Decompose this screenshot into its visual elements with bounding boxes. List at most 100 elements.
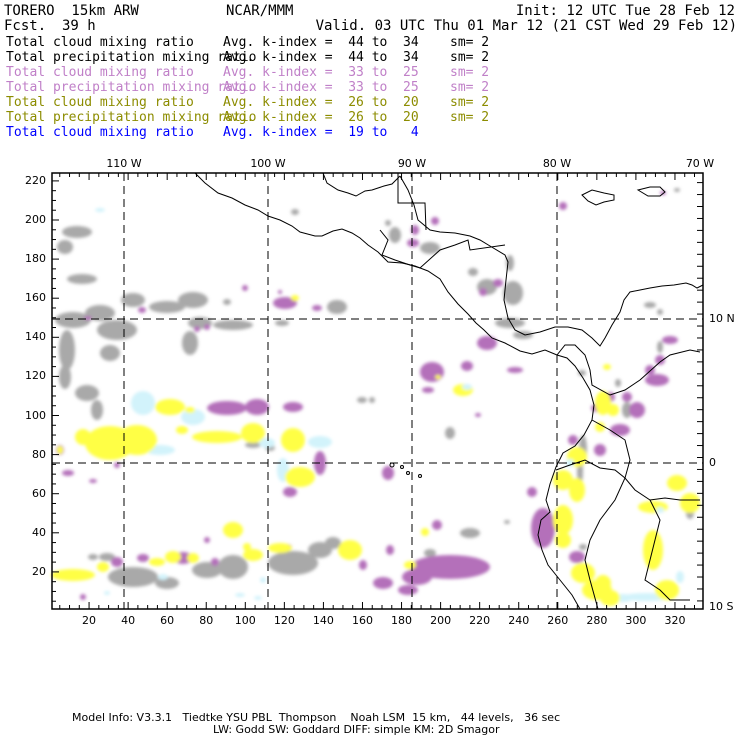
cloud-blob-cyan (462, 384, 472, 390)
cloud-blob-yellow (117, 425, 157, 455)
cloud-blob-purple (475, 413, 481, 417)
cloud-blob-gray (182, 331, 198, 355)
cloud-blob-cyan (308, 436, 332, 448)
coastlines (194, 172, 704, 610)
cloud-blob-purple (111, 557, 123, 567)
cloud-blob-yellow (97, 562, 109, 572)
legend-k-index-range: Avg. k-index = 33 to 25 (223, 65, 419, 80)
cloud-blob-purple (312, 305, 322, 311)
cloud-blob-gray (674, 188, 680, 192)
legend-k-index-range: Avg. k-index = 44 to 34 (223, 50, 419, 65)
island-hispaniola (636, 186, 666, 197)
longitude-label: 110 W (106, 157, 142, 170)
legend-smoothing: sm= 2 (450, 80, 490, 95)
coastline-central-america-caribbean (399, 175, 704, 347)
cloud-blob-yellow (607, 404, 619, 416)
legend-field-name: Total precipitation mixing ratio (6, 50, 257, 65)
cloud-blob-purple (407, 239, 419, 247)
y-tick-label: 140 (25, 330, 46, 344)
axis-ticks (52, 173, 703, 609)
cloud-blob-yellow (595, 575, 611, 591)
y-tick-label: 20 (32, 564, 46, 578)
cloud-blob-yellow (57, 446, 63, 454)
cloud-blob-purple (278, 290, 282, 294)
longitude-label: 80 W (542, 157, 572, 170)
cloud-blob-gray (121, 293, 145, 307)
cloud-blob-gray (657, 309, 663, 315)
cloud-blob-yellow (421, 528, 429, 536)
cloud-blob-gray (91, 400, 103, 420)
cloud-blob-purple (610, 424, 630, 436)
cloud-blob-yellow (223, 522, 243, 538)
cloud-blob-purple (422, 387, 434, 393)
cloud-blob-cyan (260, 577, 266, 583)
cloud-blob-purple (283, 487, 297, 497)
legend-field-name: Total precipitation mixing ratio (6, 80, 257, 95)
cloud-blob-gray (100, 345, 120, 361)
valid-time: Valid. 03 UTC Thu 01 Mar 12 (21 CST Wed … (315, 18, 737, 34)
longitude-label: 100 W (250, 157, 286, 170)
cloud-blob-purple (242, 285, 248, 291)
border-colombia (556, 344, 701, 396)
cloud-blob-purple (477, 336, 497, 350)
y-tick-label: 220 (25, 173, 46, 187)
cloud-blob-gray (291, 209, 299, 215)
cloud-blob-gray (389, 227, 401, 243)
cloud-blob-purple (559, 202, 567, 210)
cloud-blob-gray (88, 554, 98, 560)
y-tick-label: 100 (25, 408, 46, 422)
cloud-blob-purple (629, 402, 645, 418)
cloud-blob-gray (424, 549, 436, 557)
cloud-blob-purple (204, 537, 210, 543)
cloud-blob-gray (57, 240, 73, 254)
cloud-blob-purple (386, 545, 394, 555)
cloud-blob-cyan (676, 571, 684, 583)
legend-smoothing: sm= 2 (450, 35, 490, 50)
model-info-line2: LW: Godd SW: Goddard DIFF: simple KM: 2D… (213, 723, 500, 736)
cloud-blob-cyan (656, 507, 664, 513)
cloud-blob-purple (569, 551, 585, 563)
cloud-blob-purple (645, 374, 669, 386)
galapagos-island (418, 474, 422, 478)
galapagos-island (406, 471, 410, 475)
cloud-blob-purple (138, 307, 146, 313)
cloud-blob-cyan (104, 591, 110, 595)
legend-smoothing: sm= 2 (450, 65, 490, 80)
y-tick-label: 80 (32, 447, 46, 461)
cloud-blob-gray (178, 292, 208, 308)
cloud-blob-yellow (667, 475, 687, 491)
cloud-blob-purple (622, 392, 632, 402)
cloud-blob-gray (504, 520, 510, 524)
cloud-blob-yellow (185, 407, 195, 413)
cloud-blob-gray (657, 341, 663, 353)
y-tick-label: 180 (25, 252, 46, 266)
cloud-blob-cyan (131, 391, 155, 415)
cloud-blob-gray (62, 226, 92, 238)
island-cuba (581, 189, 615, 206)
forecast-hours: 39 h (62, 18, 96, 34)
cloud-blob-gray (615, 379, 621, 387)
cloud-blob-yellow (75, 429, 91, 445)
cloud-blob-gray (460, 528, 480, 538)
cloud-blob-yellow (285, 467, 315, 487)
cloud-blob-yellow (553, 505, 573, 535)
grid-lines (52, 173, 703, 609)
legend-field-name: Total cloud mixing ratio (6, 65, 194, 80)
cloud-blob-purple (662, 336, 678, 344)
cloud-blob-purple (137, 554, 149, 562)
cloud-blob-yellow (571, 563, 595, 583)
cloud-blob-gray (327, 300, 347, 314)
cloud-blob-gray (385, 220, 391, 226)
legend-field-name: Total cloud mixing ratio (6, 35, 194, 50)
cloud-blob-gray (468, 268, 478, 276)
cloud-blob-purple (283, 402, 303, 412)
cloud-blob-purple (431, 217, 439, 225)
cloud-blob-purple (62, 470, 74, 476)
init-time: Init: 12 UTC Tue 28 Feb 12 (515, 3, 735, 19)
cloud-blob-yellow (165, 551, 181, 563)
latitude-label: 0 (709, 456, 716, 469)
cloud-blob-purple (382, 466, 394, 480)
cloud-blob-yellow (281, 428, 305, 452)
cloud-blob-yellow (569, 478, 585, 502)
cloud-blob-yellow (176, 426, 188, 434)
